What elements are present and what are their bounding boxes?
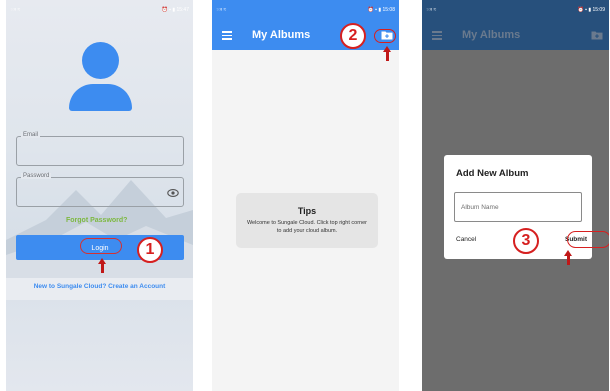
albums-screen: ⁙ᵍ ≈ ⏰ ▪ ▮ 15:08 My Albums 2 Tips Welcom…	[212, 0, 399, 391]
menu-icon[interactable]	[432, 31, 442, 40]
tips-card: Tips Welcome to Sungale Cloud. Click top…	[236, 193, 378, 248]
email-field[interactable]: Email	[16, 132, 184, 166]
menu-icon[interactable]	[222, 31, 232, 40]
tips-body: Welcome to Sungale Cloud. Click top righ…	[246, 220, 368, 234]
time-status: ⏰ ▪ ▮ 15:47	[161, 7, 189, 13]
time-status: ⏰ ▪ ▮ 15:09	[577, 7, 605, 13]
status-bar: ⁙ᵍ ≈ ⏰ ▪ ▮ 15:08	[212, 0, 399, 22]
step-badge: 2	[340, 23, 366, 49]
login-screen: ⁙ᵍ ≈ ⏰ ▪ ▮ 15:47 Email Password Forgot P…	[6, 0, 193, 391]
status-bar: ⁙ᵍ ≈ ⏰ ▪ ▮ 15:09	[422, 0, 609, 22]
app-bar: My Albums	[422, 22, 609, 50]
email-input[interactable]	[21, 145, 165, 157]
add-album-screen: ⁙ᵍ ≈ ⏰ ▪ ▮ 15:09 My Albums Add New Album…	[422, 0, 609, 391]
annotation-highlight	[374, 29, 396, 43]
password-field[interactable]: Password	[16, 173, 184, 207]
user-avatar-body	[69, 84, 132, 111]
album-name-input[interactable]	[454, 192, 582, 222]
annotation-highlight	[567, 231, 609, 248]
email-label: Email	[21, 132, 41, 138]
create-account-link[interactable]: New to Sungale Cloud? Create an Account	[6, 283, 193, 290]
signal-status: ⁙ᵍ ≈	[216, 7, 227, 13]
cancel-button[interactable]: Cancel	[456, 236, 476, 243]
arrow-up-icon	[564, 250, 573, 266]
status-bar: ⁙ᵍ ≈ ⏰ ▪ ▮ 15:47	[6, 0, 193, 22]
signal-status: ⁙ᵍ ≈	[426, 7, 437, 13]
eye-icon[interactable]	[167, 187, 179, 199]
time-status: ⏰ ▪ ▮ 15:08	[367, 7, 395, 13]
password-input[interactable]	[21, 186, 165, 198]
signal-status: ⁙ᵍ ≈	[10, 7, 21, 13]
step-badge: 1	[137, 237, 163, 263]
arrow-up-icon	[383, 46, 392, 62]
app-bar: My Albums	[212, 22, 399, 50]
page-title: My Albums	[462, 29, 521, 41]
page-title: My Albums	[252, 29, 311, 41]
tips-title: Tips	[297, 206, 317, 216]
forgot-password-link[interactable]: Forgot Password?	[66, 217, 127, 224]
annotation-highlight	[80, 238, 122, 254]
arrow-up-icon	[98, 258, 107, 274]
password-label: Password	[21, 173, 52, 179]
user-avatar-icon	[82, 42, 119, 79]
step-badge: 3	[513, 228, 539, 254]
dialog-title: Add New Album	[456, 168, 529, 179]
add-folder-icon[interactable]	[591, 30, 603, 40]
